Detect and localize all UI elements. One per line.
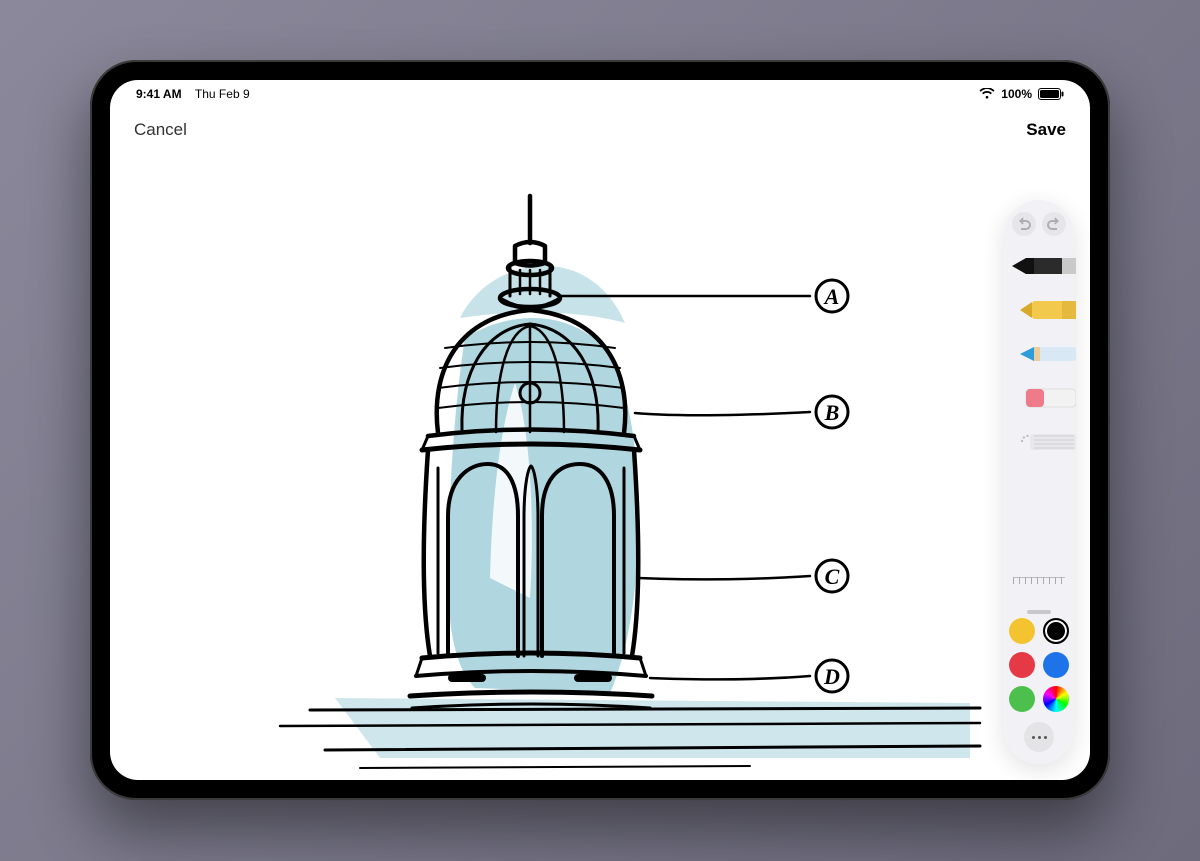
cancel-button[interactable]: Cancel — [134, 120, 187, 140]
color-swatch-green[interactable] — [1009, 686, 1035, 712]
tool-palette[interactable] — [1004, 200, 1074, 764]
wifi-icon — [979, 88, 995, 100]
tool-marker[interactable] — [1020, 290, 1076, 330]
watercolor-wash — [335, 266, 970, 758]
color-swatch-blue[interactable] — [1043, 652, 1069, 678]
status-bar: 9:41 AM Thu Feb 9 100% — [110, 80, 1090, 108]
status-time: 9:41 AM — [136, 87, 182, 101]
screen: 9:41 AM Thu Feb 9 100% Cancel Save — [110, 80, 1090, 780]
save-button[interactable]: Save — [1026, 120, 1066, 140]
tool-eraser[interactable] — [1020, 378, 1076, 418]
tool-ruler[interactable] — [1013, 577, 1065, 596]
annotation-d: D — [823, 664, 840, 689]
annotation-a: A — [823, 284, 840, 309]
annotation-labels: A B C D — [816, 280, 848, 692]
battery-icon — [1038, 88, 1064, 100]
tool-pencil[interactable] — [1020, 334, 1076, 374]
annotation-c: C — [825, 564, 840, 589]
drawing-canvas[interactable]: A B C D — [110, 148, 1090, 780]
tool-lasso[interactable] — [1020, 422, 1076, 462]
annotation-b: B — [824, 400, 840, 425]
color-swatch-black[interactable] — [1043, 618, 1069, 644]
color-swatches — [1009, 618, 1069, 712]
ipad-device-frame: 9:41 AM Thu Feb 9 100% Cancel Save — [90, 60, 1110, 800]
color-swatch-red[interactable] — [1009, 652, 1035, 678]
undo-button[interactable] — [1012, 212, 1036, 236]
more-button[interactable] — [1024, 722, 1054, 752]
color-swatch-wheel[interactable] — [1043, 686, 1069, 712]
palette-drag-handle[interactable] — [1027, 610, 1051, 614]
status-date: Thu Feb 9 — [195, 87, 250, 101]
battery-percent: 100% — [1001, 87, 1032, 101]
color-swatch-yellow[interactable] — [1009, 618, 1035, 644]
redo-button[interactable] — [1042, 212, 1066, 236]
nav-bar: Cancel Save — [110, 112, 1090, 148]
tool-pen[interactable] — [1012, 246, 1076, 286]
